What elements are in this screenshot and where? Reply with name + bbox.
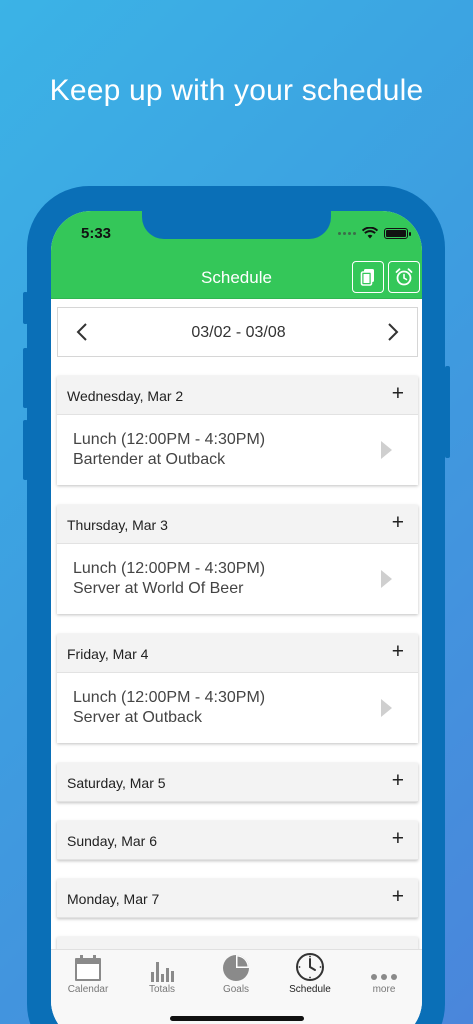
copy-button[interactable] bbox=[352, 261, 384, 293]
shift-role: Server at Outback bbox=[73, 709, 202, 726]
tab-label: more bbox=[372, 984, 396, 995]
phone-screen: 5:33 Schedule 03/02 - 03/08 Wednesday, M… bbox=[51, 211, 422, 1024]
tab-label: Calendar bbox=[67, 984, 109, 995]
signal-icon bbox=[338, 231, 356, 235]
copy-icon bbox=[360, 269, 374, 286]
battery-icon bbox=[384, 227, 411, 239]
day-header: Friday, Mar 4 + bbox=[57, 634, 418, 673]
add-shift-button[interactable]: + bbox=[392, 770, 404, 791]
day-title: Wednesday, Mar 2 bbox=[67, 388, 184, 404]
day-header: Thursday, Mar 3 + bbox=[57, 505, 418, 544]
home-indicator bbox=[170, 1016, 304, 1021]
add-shift-button[interactable]: + bbox=[392, 641, 404, 662]
day-header: Sunday, Mar 6 + bbox=[57, 821, 418, 860]
shift-item[interactable]: Lunch (12:00PM - 4:30PM) Server at World… bbox=[57, 544, 418, 614]
day-card-partial bbox=[57, 937, 418, 949]
headline: Keep up with your schedule bbox=[49, 74, 424, 107]
pie-chart-icon bbox=[223, 955, 249, 981]
day-card-wednesday: Wednesday, Mar 2 + Lunch (12:00PM - 4:30… bbox=[57, 376, 418, 485]
shift-time: Lunch (12:00PM - 4:30PM) bbox=[73, 689, 266, 706]
disclosure-arrow-icon bbox=[381, 570, 392, 588]
clock-icon bbox=[296, 953, 324, 981]
nav-bar: Schedule bbox=[51, 255, 422, 299]
day-card-saturday: Saturday, Mar 5 + bbox=[57, 763, 418, 802]
tab-bar: Calendar Totals Goals Schedule more bbox=[51, 949, 422, 1024]
alarm-button[interactable] bbox=[388, 261, 420, 293]
calendar-icon bbox=[75, 955, 101, 981]
alarm-icon bbox=[395, 268, 413, 286]
tab-label: Totals bbox=[148, 984, 176, 995]
tab-schedule[interactable]: Schedule bbox=[273, 950, 347, 1000]
add-shift-button[interactable]: + bbox=[392, 512, 404, 533]
more-dots-icon bbox=[371, 974, 397, 980]
next-week-button[interactable] bbox=[379, 318, 407, 346]
tab-more[interactable]: more bbox=[347, 950, 421, 1000]
day-card-thursday: Thursday, Mar 3 + Lunch (12:00PM - 4:30P… bbox=[57, 505, 418, 614]
shift-time: Lunch (12:00PM - 4:30PM) bbox=[73, 560, 266, 577]
chevron-right-icon bbox=[388, 323, 399, 341]
tab-label: Schedule bbox=[289, 984, 331, 995]
tab-totals[interactable]: Totals bbox=[125, 950, 199, 1000]
bar-chart-icon bbox=[151, 962, 174, 982]
week-selector: 03/02 - 03/08 bbox=[57, 307, 418, 357]
day-header: Monday, Mar 7 + bbox=[57, 879, 418, 918]
day-header: Saturday, Mar 5 + bbox=[57, 763, 418, 802]
day-title: Sunday, Mar 6 bbox=[67, 833, 158, 849]
day-card-sunday: Sunday, Mar 6 + bbox=[57, 821, 418, 860]
add-shift-button[interactable]: + bbox=[392, 828, 404, 849]
disclosure-arrow-icon bbox=[381, 699, 392, 717]
notch bbox=[142, 211, 331, 239]
day-card-monday: Monday, Mar 7 + bbox=[57, 879, 418, 918]
day-card-friday: Friday, Mar 4 + Lunch (12:00PM - 4:30PM)… bbox=[57, 634, 418, 743]
tab-label: Goals bbox=[222, 984, 250, 995]
status-bar: 5:33 bbox=[51, 211, 422, 255]
disclosure-arrow-icon bbox=[381, 441, 392, 459]
day-title: Friday, Mar 4 bbox=[67, 646, 149, 662]
shift-item[interactable]: Lunch (12:00PM - 4:30PM) Server at Outba… bbox=[57, 673, 418, 743]
day-title: Monday, Mar 7 bbox=[67, 891, 160, 907]
week-range-label: 03/02 - 03/08 bbox=[191, 324, 286, 341]
day-title: Thursday, Mar 3 bbox=[67, 517, 168, 533]
add-shift-button[interactable]: + bbox=[392, 886, 404, 907]
status-time: 5:33 bbox=[81, 225, 112, 242]
wifi-icon bbox=[362, 227, 378, 239]
schedule-content[interactable]: 03/02 - 03/08 Wednesday, Mar 2 + Lunch (… bbox=[51, 299, 422, 949]
shift-role: Server at World Of Beer bbox=[73, 580, 244, 597]
tab-goals[interactable]: Goals bbox=[199, 950, 273, 1000]
shift-time: Lunch (12:00PM - 4:30PM) bbox=[73, 431, 266, 448]
day-header: Wednesday, Mar 2 + bbox=[57, 376, 418, 415]
add-shift-button[interactable]: + bbox=[392, 383, 404, 404]
shift-item[interactable]: Lunch (12:00PM - 4:30PM) Bartender at Ou… bbox=[57, 415, 418, 485]
tab-calendar[interactable]: Calendar bbox=[51, 950, 125, 1000]
status-icons bbox=[338, 227, 411, 239]
day-title: Saturday, Mar 5 bbox=[67, 775, 166, 791]
shift-role: Bartender at Outback bbox=[73, 451, 226, 468]
power-button bbox=[445, 366, 450, 458]
day-header bbox=[57, 937, 418, 949]
